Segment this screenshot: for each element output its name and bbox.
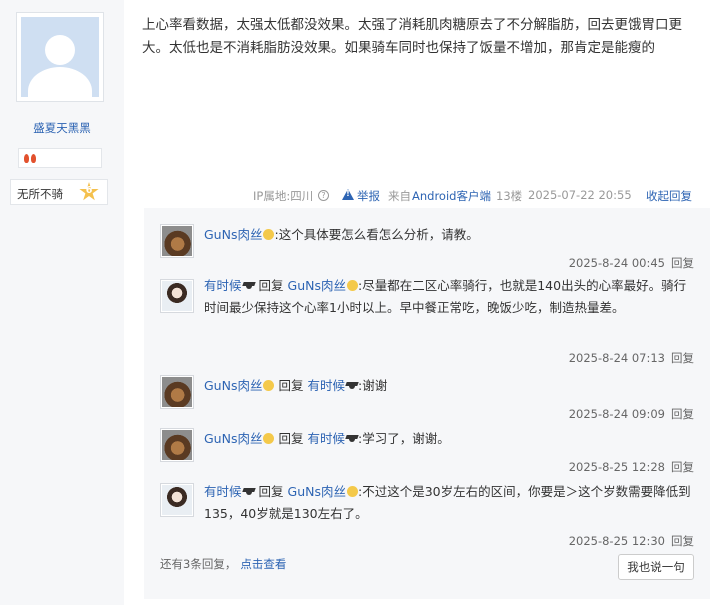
default-avatar-icon (21, 17, 99, 97)
more-replies-text: 还有3条回复， (160, 557, 237, 571)
lung-icon (24, 152, 36, 164)
girl-avatar-icon (162, 281, 192, 311)
reply-time: 2025-8-25 12:28 (568, 460, 665, 474)
reply-meta: 2025-8-25 12:30 回复 (569, 533, 694, 549)
graduation-cap-icon (346, 433, 358, 443)
reply-avatar[interactable] (160, 428, 194, 462)
lung-badge (18, 148, 102, 168)
reply-body: :这个具体要怎么看怎么分析，请教。 (274, 227, 479, 242)
dog-avatar-icon (162, 226, 192, 256)
reply-target[interactable]: GuNs肉丝 (288, 484, 346, 499)
reply-word: 回复 (258, 484, 284, 499)
reply-list: GuNs肉丝 :这个具体要怎么看怎么分析，请教。 2025-8-24 00:45 回… (144, 208, 710, 599)
reply-username[interactable]: GuNs肉丝 (204, 378, 262, 393)
reply-text: 有时候 回复 GuNs肉丝:尽量都在二区心率骑行，也就是140出头的心率最好。骑行… (204, 275, 696, 319)
reply-body: :谢谢 (358, 378, 388, 393)
view-more-link[interactable]: 点击查看 (240, 557, 286, 571)
smile-emoji-icon (347, 486, 358, 497)
reply-item: 有时候 回复 GuNs肉丝:不过这个是30岁左右的区间，你要是＞这个岁数需要降低到… (144, 481, 710, 555)
reply-button[interactable]: 回复 (671, 256, 694, 270)
reply-time: 2025-8-25 12:30 (568, 534, 665, 548)
post-content: 上心率看数据，太强太低都没效果。太强了消耗肌肉糖原去了不分解脂肪，回去更饿胃口更… (142, 17, 682, 56)
user-sidebar: 盛夏天黑黑 无所不骑 6 (0, 0, 124, 605)
reply-meta: 2025-8-24 07:13 回复 (569, 350, 694, 366)
question-icon[interactable]: ? (318, 190, 329, 201)
reply-target[interactable]: 有时候 (307, 378, 345, 393)
smile-emoji-icon (263, 433, 275, 444)
graduation-cap-icon (243, 280, 255, 290)
reply-username[interactable]: GuNs肉丝 (204, 227, 262, 242)
reply-avatar[interactable] (160, 375, 194, 409)
ip-location: IP属地:四川 (253, 189, 314, 203)
reply-time: 2025-8-24 00:45 (568, 256, 665, 270)
reply-item: 有时候 回复 GuNs肉丝:尽量都在二区心率骑行，也就是140出头的心率最好。骑行… (144, 275, 710, 371)
reply-target[interactable]: 有时候 (307, 431, 345, 446)
reply-username[interactable]: 有时候 (204, 278, 242, 293)
smile-emoji-icon (263, 229, 275, 240)
reply-time: 2025-8-24 09:09 (568, 407, 665, 421)
reply-button[interactable]: 回复 (671, 407, 694, 421)
level-name: 无所不骑 (17, 187, 63, 201)
reply-avatar[interactable] (160, 224, 194, 258)
warning-icon[interactable] (342, 189, 354, 200)
username-link[interactable]: 盛夏天黑黑 (0, 120, 124, 136)
reply-text: GuNs肉丝 :这个具体要怎么看怎么分析，请教。 (204, 224, 696, 246)
graduation-cap-icon (346, 380, 358, 390)
reply-avatar[interactable] (160, 279, 194, 313)
reply-time: 2025-8-24 07:13 (568, 351, 665, 365)
reply-avatar[interactable] (160, 483, 194, 517)
floor-number: 13楼 (496, 189, 523, 203)
from-label: 来自 (388, 189, 411, 203)
reply-username[interactable]: GuNs肉丝 (204, 431, 262, 446)
dog-avatar-icon (162, 430, 192, 460)
reply-meta: 2025-8-25 12:28 回复 (569, 459, 694, 475)
reply-item: GuNs肉丝 :这个具体要怎么看怎么分析，请教。 2025-8-24 00:45 回… (144, 224, 710, 276)
more-replies: 还有3条回复， 点击查看 (160, 556, 286, 572)
reply-meta: 2025-8-24 00:45 回复 (569, 255, 694, 271)
reply-word: 回复 (278, 378, 304, 393)
reply-meta: 2025-8-24 09:09 回复 (569, 406, 694, 422)
reply-item: GuNs肉丝 回复 有时候:学习了，谢谢。 2025-8-25 12:28 回复 (144, 428, 710, 480)
reply-text: GuNs肉丝 回复 有时候 :谢谢 (204, 375, 696, 397)
reply-button[interactable]: 回复 (671, 351, 694, 365)
reply-target[interactable]: GuNs肉丝 (288, 278, 346, 293)
reply-word: 回复 (258, 278, 284, 293)
reply-username[interactable]: 有时候 (204, 484, 242, 499)
dog-avatar-icon (162, 377, 192, 407)
reply-button[interactable]: 回复 (671, 534, 694, 548)
user-avatar[interactable] (16, 12, 104, 102)
reply-text: 有时候 回复 GuNs肉丝:不过这个是30岁左右的区间，你要是＞这个岁数需要降低到… (204, 481, 696, 525)
girl-avatar-icon (162, 485, 192, 515)
reply-word: 回复 (278, 431, 304, 446)
say-something-button[interactable]: 我也说一句 (618, 554, 694, 580)
post-date: 2025-07-22 20:55 (528, 188, 632, 202)
reply-item: GuNs肉丝 回复 有时候:谢谢 2025-8-24 09:09 回复 (144, 375, 710, 427)
reply-body: :学习了，谢谢。 (358, 431, 450, 446)
graduation-cap-icon (243, 486, 255, 496)
smile-emoji-icon (347, 280, 358, 291)
collapse-replies-link[interactable]: 收起回复 (646, 188, 692, 204)
reply-button[interactable]: 回复 (671, 460, 694, 474)
client-link[interactable]: Android客户端 (412, 188, 491, 204)
user-level[interactable]: 无所不骑 6 (10, 179, 108, 205)
post-meta: IP属地:四川 ? 举报 来自 Android客户端 13楼 2025-07-2… (142, 186, 710, 206)
level-number: 6 (85, 185, 93, 196)
reply-text: GuNs肉丝 回复 有时候 :学习了，谢谢。 (204, 428, 696, 450)
smile-emoji-icon (263, 380, 275, 391)
report-link[interactable]: 举报 (357, 188, 380, 204)
